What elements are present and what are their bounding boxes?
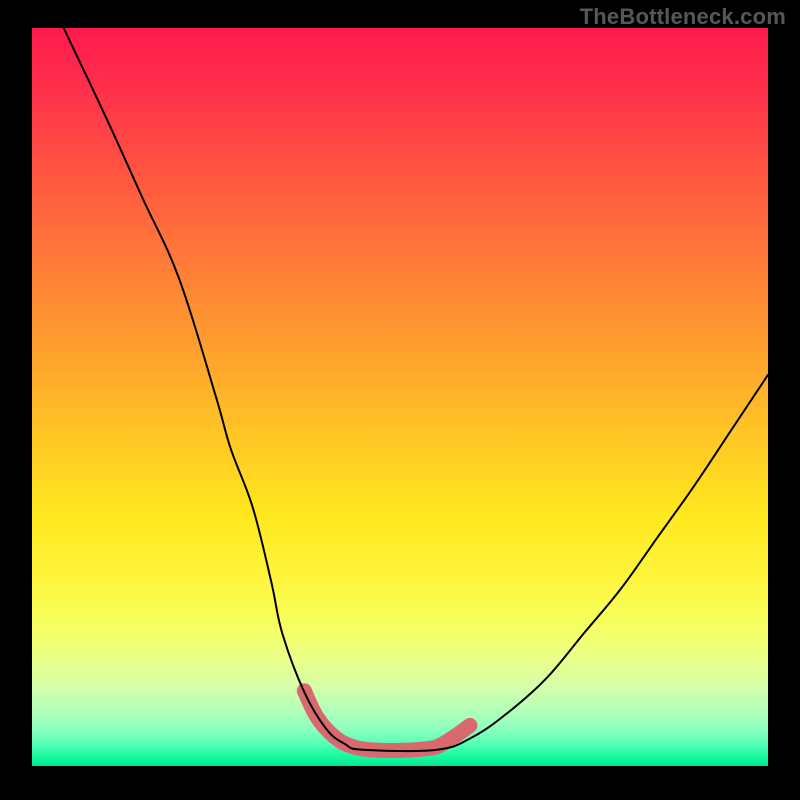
curve-layer bbox=[32, 28, 768, 766]
bottleneck-curve-path bbox=[64, 28, 768, 751]
valley-highlight-path bbox=[304, 691, 470, 751]
plot-area bbox=[32, 28, 768, 766]
watermark-text: TheBottleneck.com bbox=[580, 4, 786, 30]
chart-frame: TheBottleneck.com bbox=[0, 0, 800, 800]
